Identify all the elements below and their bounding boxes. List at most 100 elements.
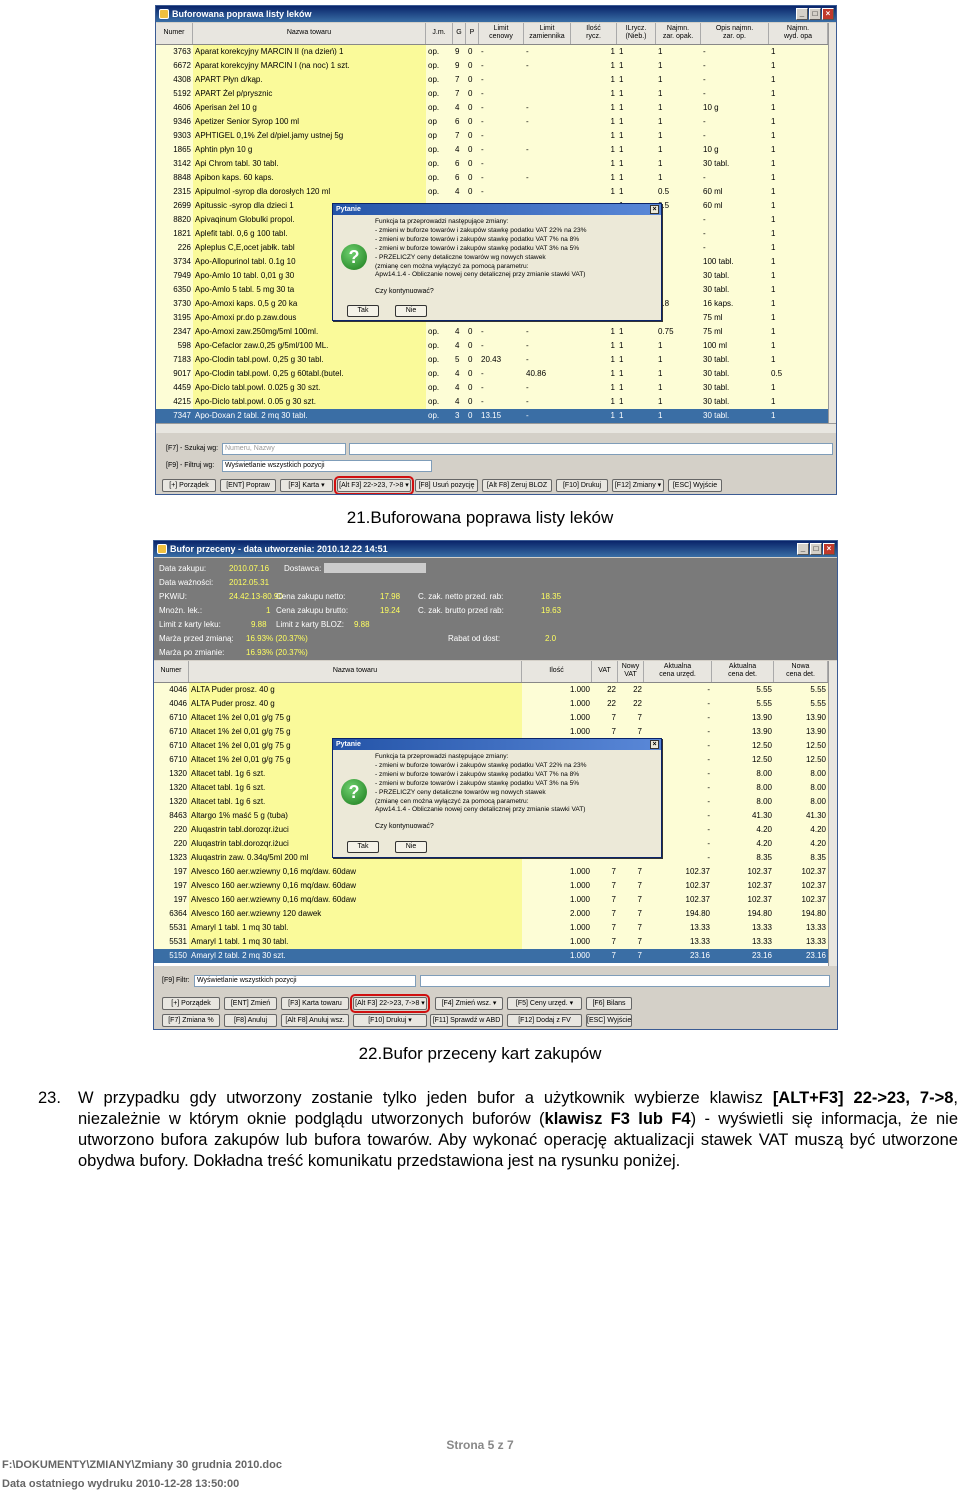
column-header[interactable]: Limit cenowy: [479, 23, 524, 44]
dialog-close-icon[interactable]: ×: [650, 205, 659, 214]
table-row[interactable]: 5531 Amaryl 1 tabl. 1 mq 30 tabl. 1.000 7 7 1…: [154, 935, 837, 949]
search-by-select[interactable]: Numeru, Nazwy: [222, 443, 346, 455]
table-cell: 30 tabl.: [703, 411, 730, 420]
function-button[interactable]: [F11] Sprawdź w ABD: [430, 1014, 503, 1027]
no-button[interactable]: Nie: [395, 305, 427, 317]
table-row[interactable]: 4046 ALTA Puder prosz. 40 g 1.000 22 22 - 5.55…: [154, 697, 837, 711]
column-header[interactable]: Aktualna cena det.: [712, 661, 774, 682]
function-button[interactable]: [Alt F8] Zeruj BLOZ: [482, 479, 552, 492]
function-button[interactable]: [F8] Usuń pozycję: [415, 479, 478, 492]
filter-select[interactable]: Wyświetlanie wszystkich pozycji: [222, 460, 432, 472]
close-icon[interactable]: ×: [823, 543, 835, 555]
table-row[interactable]: 598 Apo-Cefaclor zaw.0,25 g/5ml/100 ML. op…: [156, 339, 836, 353]
search-input[interactable]: [349, 443, 833, 455]
no-button[interactable]: Nie: [395, 841, 427, 853]
table-row[interactable]: 6710 Altacet 1% żel 0,01 g/g 75 g 1.000 7 7 -…: [154, 725, 837, 739]
question-dialog[interactable]: Pytanie × ? Funkcja ta przeprowadzi nastę…: [332, 738, 662, 858]
dialog-close-icon[interactable]: ×: [650, 740, 659, 749]
vertical-scrollbar[interactable]: [828, 661, 837, 966]
function-button[interactable]: [F5] Ceny urzęd. ▾: [507, 997, 582, 1010]
column-header[interactable]: VAT: [592, 661, 618, 682]
info-value: 18.35: [541, 592, 562, 601]
column-header[interactable]: Nazwa towaru: [193, 23, 426, 44]
column-header[interactable]: Najmn. wyd. opa: [769, 23, 828, 44]
search-input[interactable]: [420, 975, 830, 987]
minimize-icon[interactable]: _: [797, 543, 809, 555]
column-header[interactable]: Opis najmn. zar. op.: [701, 23, 769, 44]
column-header[interactable]: Najmn. zar. opak.: [656, 23, 701, 44]
minimize-icon[interactable]: _: [796, 8, 808, 20]
function-button[interactable]: [F12] Zmiany ▾: [612, 479, 664, 492]
question-dialog[interactable]: Pytanie × ? Funkcja ta przeprowadzi nastę…: [332, 203, 662, 321]
column-header[interactable]: G: [453, 23, 466, 44]
column-header[interactable]: ILrycz. (Nieb.): [617, 23, 656, 44]
function-button[interactable]: [F6] Bilans: [586, 997, 632, 1010]
horizontal-scrollbar[interactable]: [156, 423, 836, 433]
table-row[interactable]: 6364 Alvesco 160 aer.wziewny 120 dawek 2.0…: [154, 907, 837, 921]
function-button[interactable]: [F7] Zmiana %: [162, 1014, 220, 1027]
table-row[interactable]: 4215 Apo-Diclo tabl.powl. 0.05 g 30 szt. o…: [156, 395, 836, 409]
table-row[interactable]: 7183 Apo-Clodin tabl.powl. 0,25 g 30 tabl…: [156, 353, 836, 367]
vertical-scrollbar[interactable]: [828, 23, 836, 423]
table-row[interactable]: 4606 Aperisan żel 10 g op. 4 0- -1 1 1 10 g1: [156, 101, 836, 115]
restore-icon[interactable]: □: [810, 543, 822, 555]
column-header[interactable]: P: [466, 23, 479, 44]
table-row[interactable]: 3142 Api Chrom tabl. 30 tabl. op. 6 0-1 1 1 30 …: [156, 157, 836, 171]
column-header[interactable]: Ilość: [522, 661, 592, 682]
function-button[interactable]: [+] Porządek: [162, 997, 220, 1010]
table-row[interactable]: 2315 Apipulmol -syrop dla dorosłych 120 m…: [156, 185, 836, 199]
function-button[interactable]: [ENT] Zmień: [224, 997, 277, 1010]
function-button[interactable]: [F10] Drukuj ▾: [353, 1014, 427, 1027]
column-header[interactable]: Nazwa towaru: [189, 661, 522, 682]
table-cell: 1: [771, 159, 776, 168]
table-row[interactable]: 9017 Apo-Clodin tabl.powl. 0,25 g 60tabl.…: [156, 367, 836, 381]
table-row[interactable]: 7347 Apo-Doxan 2 tabl. 2 mq 30 tabl. op. 3 0…: [156, 409, 836, 423]
function-button[interactable]: [Alt F8] Anuluj wsz.: [281, 1014, 349, 1027]
table-row[interactable]: 197 Alvesco 160 aer.wziewny 0,16 mq/daw. …: [154, 865, 837, 879]
column-header[interactable]: Numer: [156, 23, 193, 44]
column-header[interactable]: Numer: [154, 661, 189, 682]
function-button[interactable]: [ENT] Popraw: [220, 479, 276, 492]
table-row[interactable]: 197 Alvesco 160 aer.wziewny 0,16 mq/daw. …: [154, 879, 837, 893]
function-button[interactable]: [Alt F3] 22->23, 7->8 ▾: [350, 994, 430, 1013]
table-row[interactable]: 5150 Amaryl 2 tabl. 2 mq 30 szt. 1.000 7 7 23…: [154, 949, 837, 963]
table-row[interactable]: 1865 Aphtin płyn 10 g op. 4 0- -1 1 1 10 g1: [156, 143, 836, 157]
dialog-question: Czy kontynuować?: [375, 288, 434, 295]
column-header[interactable]: Aktualna cena urzęd.: [644, 661, 712, 682]
function-button[interactable]: [F4] Zmień wsz. ▾: [435, 997, 503, 1010]
column-header[interactable]: Nowy VAT: [618, 661, 644, 682]
function-button[interactable]: [F12] Dodaj z FV: [507, 1014, 582, 1027]
table-row[interactable]: 5192 APART Żel p/prysznic op. 7 0-1 1 1-1: [156, 87, 836, 101]
table-row[interactable]: 6672 Aparat korekcyjny MARCIN I (na noc) …: [156, 59, 836, 73]
column-header[interactable]: Ilość rycz.: [571, 23, 617, 44]
table-row[interactable]: 9346 Apetizer Senior Syrop 100 ml op 6 0- -1 1…: [156, 115, 836, 129]
function-button[interactable]: [F3] Karta ▾: [280, 479, 333, 492]
table-row[interactable]: 2347 Apo-Amoxi zaw.250mg/5ml 100ml. op. 4 0-…: [156, 325, 836, 339]
table-row[interactable]: 4046 ALTA Puder prosz. 40 g 1.000 22 22 - 5.55…: [154, 683, 837, 697]
restore-icon[interactable]: □: [809, 8, 821, 20]
table-row[interactable]: 4459 Apo-Diclo tabl.powl. 0.025 g 30 szt.…: [156, 381, 836, 395]
table-row[interactable]: 8848 Apibon kaps. 60 kaps. op. 6 0- -1 1 1-1: [156, 171, 836, 185]
table-row[interactable]: 5531 Amaryl 1 tabl. 1 mq 30 tabl. 1.000 7 7 1…: [154, 921, 837, 935]
function-button[interactable]: [ESC] Wyjście: [586, 1014, 632, 1027]
column-header[interactable]: J.m.: [426, 23, 453, 44]
column-header[interactable]: Nowa cena det.: [774, 661, 828, 682]
table-row[interactable]: 6710 Altacet 1% żel 0,01 g/g 75 g 1.000 7 7 -…: [154, 711, 837, 725]
table-row[interactable]: 197 Alvesco 160 aer.wziewny 0,16 mq/daw. …: [154, 893, 837, 907]
yes-button[interactable]: Tak: [347, 305, 379, 317]
table-cell: 1: [771, 257, 776, 266]
function-button[interactable]: [Alt F3] 22->23, 7->8 ▾: [334, 476, 414, 494]
function-button[interactable]: [F8] Anuluj: [224, 1014, 277, 1027]
column-header[interactable]: Limit zamiennika: [524, 23, 571, 44]
filter-select[interactable]: Wyświetlanie wszystkich pozycji: [194, 975, 416, 987]
table-cell: 0: [468, 173, 473, 182]
function-button[interactable]: [+] Porządek: [162, 479, 216, 492]
table-row[interactable]: 4308 APART Płyn d/kąp. op. 7 0-1 1 1-1: [156, 73, 836, 87]
close-icon[interactable]: ×: [822, 8, 834, 20]
function-button[interactable]: [F10] Drukuj: [556, 479, 608, 492]
table-row[interactable]: 3763 Aparat korekcyjny MARCIN II (na dzie…: [156, 45, 836, 59]
function-button[interactable]: [ESC] Wyjście: [668, 479, 722, 492]
function-button[interactable]: [F3] Karta towaru: [281, 997, 349, 1010]
table-row[interactable]: 9303 APHTIGEL 0,1% Żel d/piel.jamy ustnej…: [156, 129, 836, 143]
yes-button[interactable]: Tak: [347, 841, 379, 853]
